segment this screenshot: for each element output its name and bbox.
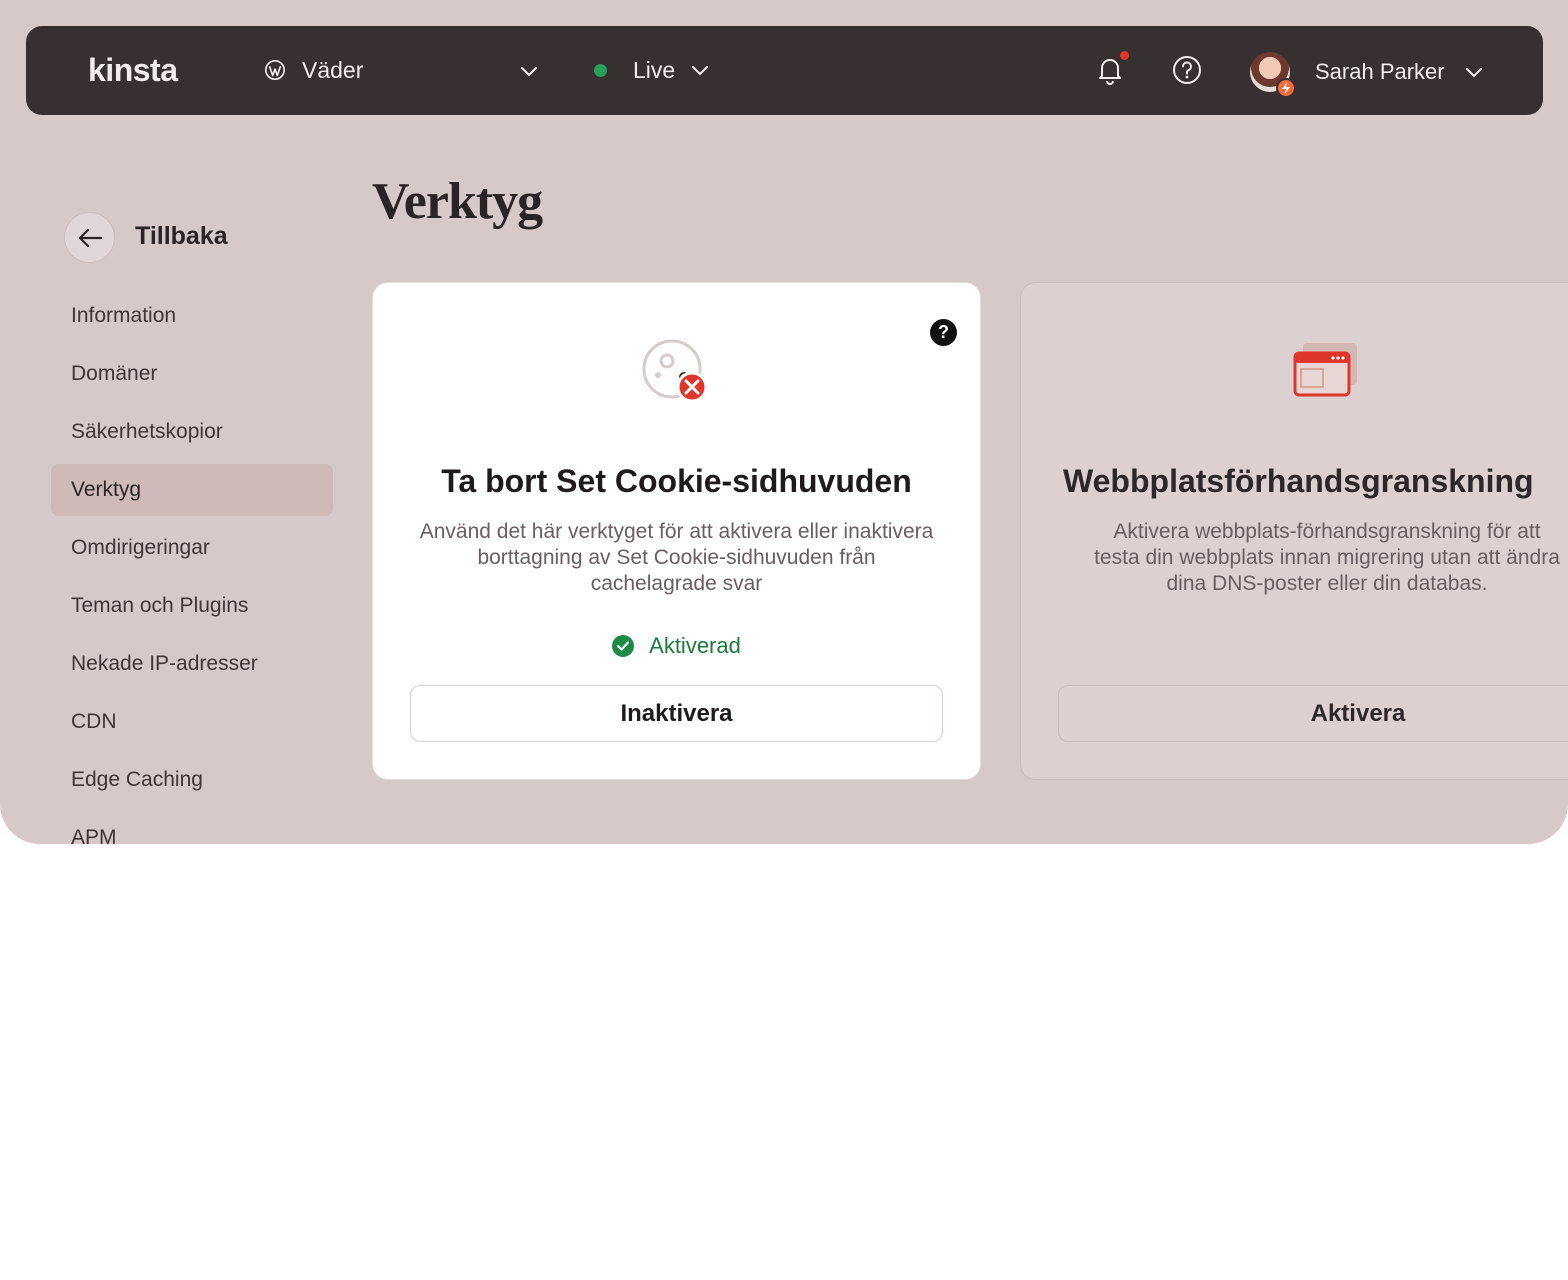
card-title: Webbplatsförhandsgranskning (1063, 463, 1534, 499)
sidebar-item-themes-plugins[interactable]: Teman och Plugins (51, 580, 333, 632)
top-bar: kinsta Väder Live Sarah Parker (26, 26, 1543, 115)
lightning-icon (1276, 78, 1296, 98)
status-label: Aktiverad (649, 633, 741, 658)
chevron-down-icon (521, 67, 537, 77)
help-icon[interactable]: ? (930, 319, 957, 346)
avatar (1250, 52, 1296, 98)
notification-bell-icon[interactable] (1096, 55, 1124, 85)
svg-text:kinsta: kinsta (88, 53, 178, 88)
card-description: Använd det här verktyget för att aktiver… (419, 520, 934, 595)
back-label[interactable]: Tillbaka (135, 222, 228, 251)
sidebar-item-cdn[interactable]: CDN (51, 696, 333, 748)
browser-window-icon (1293, 343, 1357, 397)
sidebar-item-information[interactable]: Information (51, 290, 333, 342)
chevron-down-icon (692, 66, 709, 76)
sidebar-item-edge-caching[interactable]: Edge Caching (51, 754, 333, 806)
sidebar-item-apm[interactable]: APM (51, 812, 333, 844)
page-title: Verktyg (372, 173, 543, 230)
user-name: Sarah Parker (1315, 59, 1445, 84)
back-button[interactable] (64, 212, 115, 263)
environment-name: Live (633, 56, 676, 83)
site-selector[interactable]: Väder (264, 46, 544, 94)
kinsta-logo[interactable]: kinsta (88, 53, 194, 89)
activate-button[interactable]: Aktivera (1058, 685, 1568, 742)
sidebar-item-redirects[interactable]: Omdirigeringar (51, 522, 333, 574)
status-badge: Aktiverad (373, 633, 980, 659)
sidebar-item-tools[interactable]: Verktyg (51, 464, 333, 516)
chevron-down-icon (1465, 68, 1482, 78)
sidebar-nav: Information Domäner Säkerhetskopior Verk… (51, 290, 333, 844)
wordpress-icon (265, 60, 285, 80)
sidebar-item-denied-ips[interactable]: Nekade IP-adresser (51, 638, 333, 690)
site-name: Väder (302, 56, 364, 83)
card-description: Aktivera webbplats-förhandsgranskning fö… (1094, 520, 1560, 595)
environment-selector[interactable]: Live (594, 46, 711, 94)
sidebar-item-backups[interactable]: Säkerhetskopior (51, 406, 333, 458)
app-frame: kinsta Väder Live Sarah Parker Tillbaka … (0, 0, 1568, 844)
card-title: Ta bort Set Cookie-sidhuvuden (441, 463, 912, 499)
sidebar-item-domains[interactable]: Domäner (51, 348, 333, 400)
help-icon[interactable] (1172, 55, 1202, 85)
live-status-dot (594, 63, 607, 77)
cookie-remove-icon (642, 339, 707, 403)
arrow-left-icon (78, 228, 102, 247)
user-menu[interactable]: Sarah Parker (1250, 50, 1485, 98)
check-circle-icon (612, 635, 635, 657)
deactivate-button[interactable]: Inaktivera (410, 685, 943, 742)
notification-badge (1120, 51, 1129, 60)
tool-card-set-cookie: ? Ta bort Set Cookie-sidhuvuden Använd d… (372, 282, 981, 780)
tool-card-site-preview: Webbplatsförhandsgranskning Aktivera web… (1020, 282, 1568, 780)
